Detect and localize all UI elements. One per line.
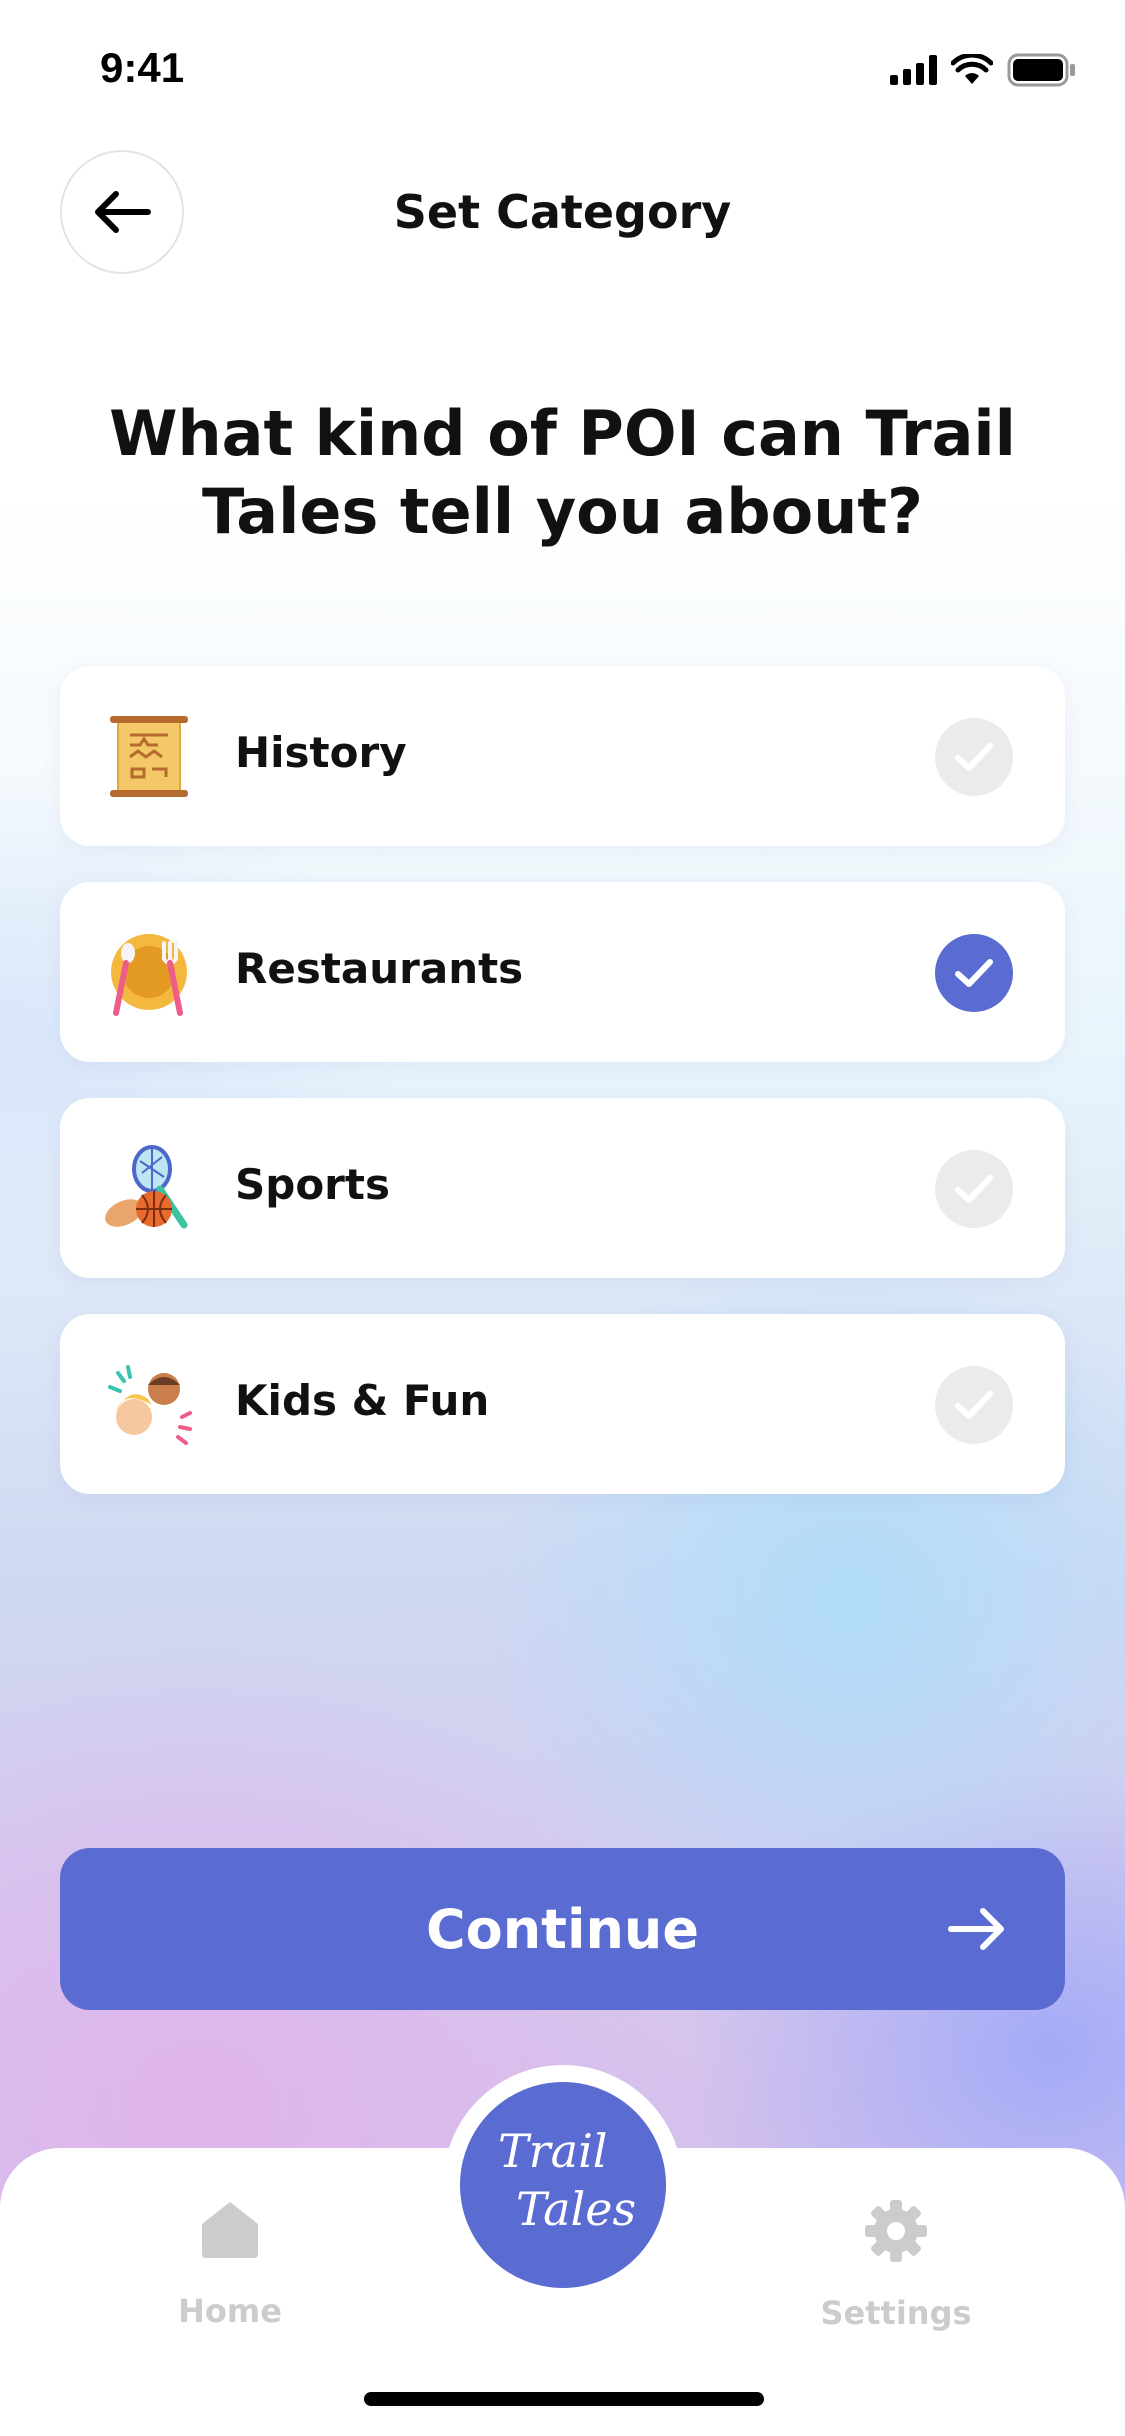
- kids-icon: [108, 1365, 192, 1445]
- continue-button[interactable]: Continue: [60, 1848, 1065, 2010]
- page-title: Set Category: [393, 185, 732, 239]
- checkmark-icon-restaurants[interactable]: [935, 934, 1013, 1012]
- plate-cutlery-icon: [111, 934, 187, 1016]
- trail-tales-logo-button[interactable]: Trail Tales: [460, 2082, 666, 2288]
- tab-home-label: Home: [178, 2292, 282, 2330]
- cellular-signal-icon: [890, 55, 937, 85]
- tab-settings-label: Settings: [820, 2294, 972, 2332]
- category-label-history: History: [235, 728, 407, 777]
- checkmark-icon-history[interactable]: [935, 718, 1013, 796]
- category-card-sports[interactable]: Sports: [60, 1098, 1065, 1278]
- category-label-kids-fun: Kids & Fun: [235, 1376, 490, 1425]
- category-card-history[interactable]: History: [60, 666, 1065, 846]
- logo-text-line2: Tales: [516, 2182, 637, 2236]
- status-time: 9:41: [100, 44, 185, 91]
- category-label-restaurants: Restaurants: [235, 944, 524, 993]
- tab-settings[interactable]: Settings: [796, 2198, 996, 2332]
- checkmark-icon-sports[interactable]: [935, 1150, 1013, 1228]
- arrow-right-icon: [948, 1908, 1004, 1950]
- continue-label: Continue: [425, 1897, 699, 1961]
- checkmark-icon-kids-fun[interactable]: [935, 1366, 1013, 1444]
- category-label-sports: Sports: [235, 1160, 390, 1209]
- category-card-restaurants[interactable]: Restaurants: [60, 882, 1065, 1062]
- gear-icon: [865, 2200, 927, 2262]
- battery-icon: [1007, 53, 1075, 87]
- scroll-icon: [110, 716, 188, 797]
- logo-text-line1: Trail: [498, 2124, 608, 2178]
- status-bar: 9:41: [0, 0, 1125, 140]
- question-strong: What kind of POI: [109, 397, 700, 470]
- home-indicator: [364, 2392, 764, 2406]
- question-heading: What kind of POI can Trail Tales tell yo…: [100, 395, 1025, 551]
- category-card-kids-fun[interactable]: Kids & Fun: [60, 1314, 1065, 1494]
- wifi-icon: [951, 54, 993, 84]
- status-icons: [890, 50, 1077, 90]
- tab-home[interactable]: Home: [130, 2198, 330, 2330]
- home-icon: [202, 2202, 258, 2258]
- sports-balls-icon: [105, 1145, 188, 1229]
